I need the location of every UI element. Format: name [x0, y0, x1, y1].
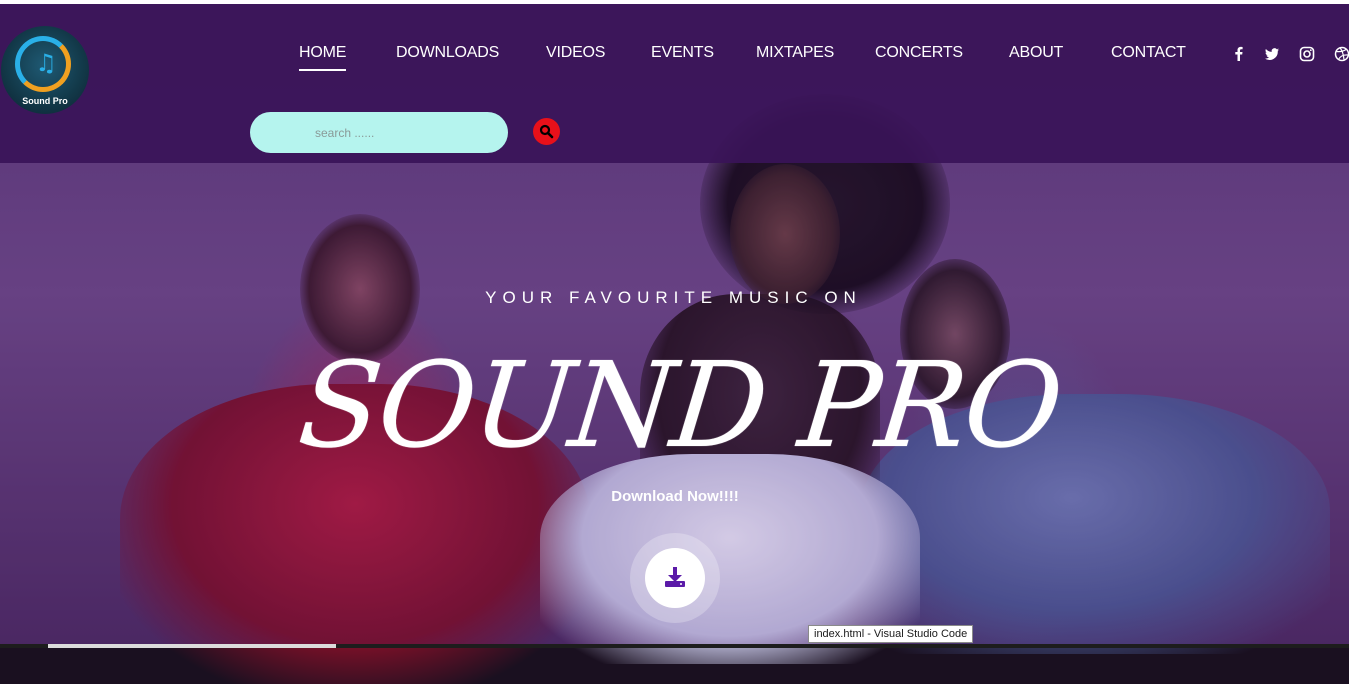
taskbar-active-segment	[48, 644, 336, 648]
hero-subtitle: YOUR FAVOURITE MUSIC ON	[0, 288, 1349, 308]
site-header: ♫ Sound Pro HOME DOWNLOADS VIDEOS EVENTS…	[0, 4, 1349, 163]
download-button[interactable]	[645, 548, 705, 608]
dribbble-icon[interactable]	[1332, 44, 1349, 64]
instagram-icon[interactable]	[1297, 44, 1317, 64]
nav-item-mixtapes[interactable]: MIXTAPES	[756, 44, 834, 62]
search-input[interactable]	[250, 112, 508, 153]
nav-item-home[interactable]: HOME	[299, 44, 347, 71]
nav-item-downloads[interactable]: DOWNLOADS	[396, 44, 499, 62]
facebook-icon[interactable]	[1229, 44, 1249, 64]
hero-title: SOUND PRO	[293, 336, 1067, 474]
nav-item-about[interactable]: ABOUT	[1009, 44, 1063, 62]
search-icon	[539, 124, 554, 139]
twitter-icon[interactable]	[1262, 44, 1282, 64]
nav-item-contact[interactable]: CONTACT	[1111, 44, 1186, 62]
music-note-icon: ♫	[35, 49, 57, 77]
taskbar-tooltip: index.html - Visual Studio Code	[808, 625, 974, 643]
nav-item-concerts[interactable]: CONCERTS	[875, 44, 963, 62]
download-icon	[665, 567, 685, 587]
hero-subtitle-text: YOUR FAVOURITE MUSIC ON	[485, 288, 862, 307]
download-now-text: Download Now!!!!	[611, 488, 739, 505]
search-button[interactable]	[533, 118, 560, 145]
nav-item-events[interactable]: EVENTS	[651, 44, 714, 62]
site-logo[interactable]: ♫ Sound Pro	[1, 26, 89, 114]
nav-item-videos[interactable]: VIDEOS	[546, 44, 605, 62]
logo-text: Sound Pro	[22, 96, 68, 106]
